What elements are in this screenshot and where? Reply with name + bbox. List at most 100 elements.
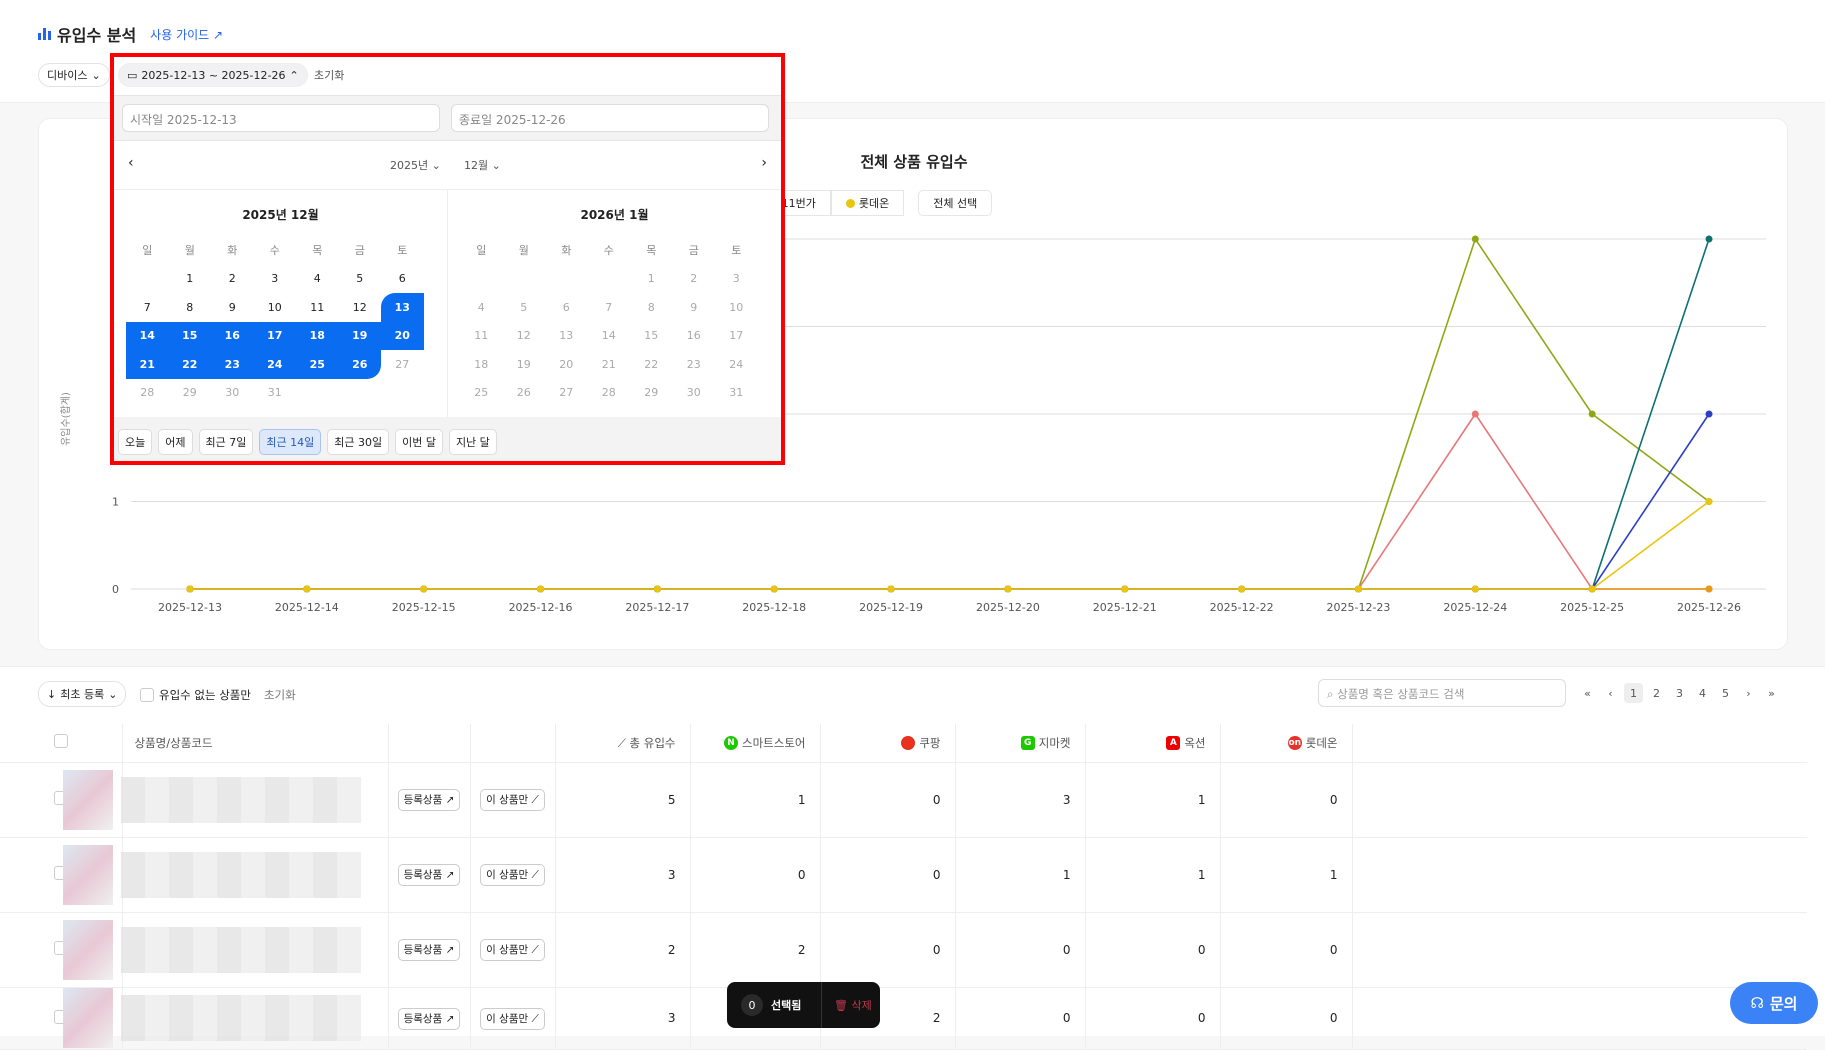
page-button[interactable]: 1 (1624, 683, 1643, 703)
day-cell[interactable]: 14 (588, 322, 631, 351)
day-cell[interactable]: 10 (715, 293, 758, 322)
first-page-button[interactable]: « (1578, 683, 1597, 703)
header-total[interactable]: ⟋ 총 유입수 (555, 724, 691, 763)
day-cell[interactable]: 13 (545, 322, 588, 351)
day-cell[interactable]: 6 (545, 293, 588, 322)
day-cell[interactable]: 18 (296, 321, 339, 350)
day-cell[interactable]: 24 (715, 350, 758, 379)
day-cell[interactable]: 26 (338, 350, 381, 379)
day-cell[interactable]: 2 (673, 265, 716, 294)
day-cell[interactable]: 25 (460, 379, 503, 408)
this-product-only-button[interactable]: 이 상품만 ⟋ (480, 939, 545, 961)
day-cell[interactable]: 4 (460, 293, 503, 322)
day-cell[interactable]: 21 (588, 350, 631, 379)
day-cell[interactable]: 30 (673, 379, 716, 408)
day-cell[interactable]: 11 (296, 293, 339, 322)
registered-product-button[interactable]: 등록상품 ↗ (397, 789, 461, 811)
end-date-input[interactable]: 종료일 2025-12-26 (451, 104, 769, 132)
day-cell[interactable]: 5 (503, 293, 546, 322)
day-cell[interactable]: 1 (630, 265, 673, 294)
header-auction[interactable]: A 옥션 (1085, 724, 1221, 763)
registered-product-button[interactable]: 등록상품 ↗ (397, 864, 461, 886)
this-product-only-button[interactable]: 이 상품만 ⟋ (480, 1007, 545, 1030)
day-cell[interactable]: 21 (126, 350, 169, 379)
day-cell[interactable]: 29 (169, 379, 212, 408)
day-cell[interactable]: 20 (381, 321, 424, 350)
day-cell[interactable]: 29 (630, 379, 673, 408)
day-cell[interactable]: 28 (588, 379, 631, 408)
day-cell[interactable]: 15 (168, 321, 211, 350)
day-cell[interactable]: 19 (338, 321, 381, 350)
help-button[interactable]: ☊ 문의 (1730, 982, 1818, 1024)
day-cell[interactable]: 23 (673, 350, 716, 379)
day-cell[interactable]: 3 (715, 265, 758, 294)
day-cell[interactable]: 22 (168, 350, 211, 379)
day-cell[interactable]: 15 (630, 322, 673, 351)
preset-button[interactable]: 어제 (158, 429, 193, 455)
day-cell[interactable]: 24 (253, 350, 296, 379)
next-month-button[interactable]: › (761, 155, 767, 171)
day-cell[interactable]: 23 (211, 350, 254, 379)
day-cell[interactable]: 17 (253, 321, 296, 350)
day-cell[interactable]: 8 (630, 293, 673, 322)
next-page-button[interactable]: › (1739, 683, 1758, 703)
search-input[interactable]: ⌕ 상품명 혹은 상품코드 검색 (1318, 679, 1566, 707)
page-button[interactable]: 5 (1716, 683, 1735, 703)
checkbox[interactable] (140, 688, 154, 702)
day-cell[interactable]: 10 (254, 293, 297, 322)
page-button[interactable]: 2 (1647, 683, 1666, 703)
day-cell[interactable]: 16 (211, 321, 254, 350)
registered-product-button[interactable]: 등록상품 ↗ (397, 1007, 461, 1030)
select-all-checkbox[interactable] (53, 734, 68, 749)
day-cell[interactable]: 31 (715, 379, 758, 408)
list-reset-button[interactable]: 초기화 (264, 687, 296, 703)
year-select[interactable]: 2025년 ⌄ (390, 157, 441, 173)
header-smartstore[interactable]: N 스마트스토어 (690, 724, 821, 763)
sort-dropdown[interactable]: ↓ 최초 등록 ⌄ (38, 681, 127, 707)
day-cell[interactable]: 6 (381, 265, 424, 294)
device-dropdown[interactable]: 디바이스 ⌄ (38, 63, 110, 87)
day-cell[interactable]: 31 (254, 379, 297, 408)
day-cell[interactable]: 25 (296, 350, 339, 379)
day-cell[interactable]: 7 (126, 293, 169, 322)
day-cell[interactable]: 5 (339, 265, 382, 294)
date-reset-button[interactable]: 초기화 (314, 67, 344, 83)
product-info-blurred[interactable] (62, 988, 388, 1048)
day-cell[interactable]: 3 (254, 265, 297, 294)
day-cell[interactable]: 4 (296, 265, 339, 294)
this-product-only-button[interactable]: 이 상품만 ⟋ (480, 864, 545, 886)
guide-link[interactable]: 사용 가이드 ↗ (150, 26, 223, 43)
day-cell[interactable]: 17 (715, 322, 758, 351)
day-cell[interactable]: 30 (211, 379, 254, 408)
header-coupang[interactable]: 쿠팡 (820, 724, 956, 763)
header-lotteon[interactable]: on 롯데온 (1220, 724, 1353, 763)
day-cell[interactable]: 27 (545, 379, 588, 408)
day-cell[interactable]: 13 (381, 293, 424, 322)
preset-button[interactable]: 최근 7일 (198, 429, 254, 455)
preset-button[interactable]: 지난 달 (448, 429, 497, 455)
this-product-only-button[interactable]: 이 상품만 ⟋ (480, 789, 545, 811)
select-all-legend-button[interactable]: 전체 선택 (918, 190, 993, 216)
day-cell[interactable]: 18 (460, 350, 503, 379)
no-inflow-filter[interactable]: 유입수 없는 상품만 초기화 (140, 687, 296, 703)
preset-button[interactable]: 최근 30일 (327, 429, 390, 455)
day-cell[interactable]: 26 (503, 379, 546, 408)
day-cell[interactable]: 27 (381, 350, 424, 379)
product-info-blurred[interactable] (62, 919, 388, 980)
preset-button[interactable]: 오늘 (118, 429, 153, 455)
day-cell[interactable]: 22 (630, 350, 673, 379)
date-range-button[interactable]: ▭ 2025-12-13 ~ 2025-12-26 ⌃ (118, 63, 308, 87)
month-select[interactable]: 12월 ⌄ (464, 157, 501, 173)
day-cell[interactable]: 19 (503, 350, 546, 379)
day-cell[interactable]: 14 (126, 321, 169, 350)
prev-month-button[interactable]: ‹ (128, 155, 134, 171)
day-cell[interactable]: 9 (673, 293, 716, 322)
prev-page-button[interactable]: ‹ (1601, 683, 1620, 703)
day-cell[interactable]: 7 (588, 293, 631, 322)
day-cell[interactable]: 1 (169, 265, 212, 294)
day-cell[interactable]: 8 (169, 293, 212, 322)
page-button[interactable]: 4 (1693, 683, 1712, 703)
day-cell[interactable]: 28 (126, 379, 169, 408)
start-date-input[interactable]: 시작일 2025-12-13 (122, 104, 440, 132)
last-page-button[interactable]: » (1762, 683, 1781, 703)
